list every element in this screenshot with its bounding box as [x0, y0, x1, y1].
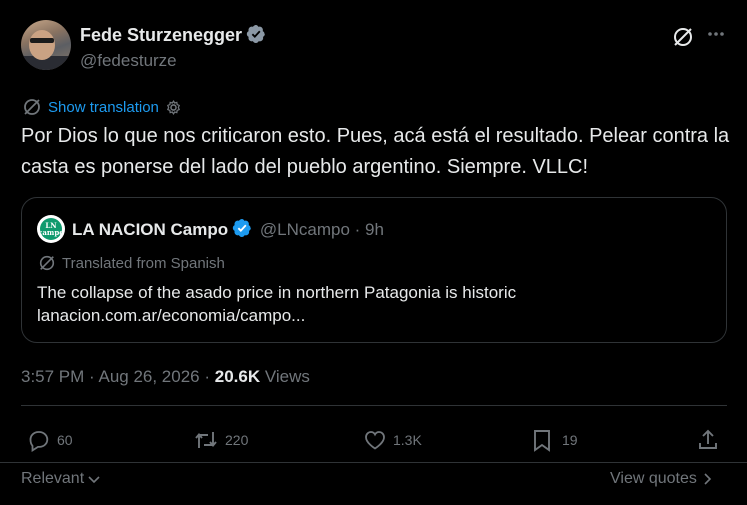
- quote-avatar[interactable]: LN campo: [37, 215, 65, 243]
- verified-badge-icon: [232, 218, 252, 238]
- quote-body: The collapse of the asado price in north…: [37, 281, 516, 327]
- view-quotes-link[interactable]: View quotes: [610, 470, 713, 488]
- chevron-down-icon: [87, 472, 101, 486]
- chevron-right-icon: [701, 472, 713, 486]
- author-name-row[interactable]: Fede Sturzenegger: [80, 24, 266, 46]
- more-icon[interactable]: [706, 24, 726, 44]
- author-avatar[interactable]: [21, 20, 71, 70]
- divider: [0, 462, 747, 463]
- quote-translated-label-row: Translated from Spanish: [38, 254, 225, 272]
- author-name[interactable]: Fede Sturzenegger: [80, 25, 242, 45]
- quote-author-name[interactable]: LA NACION Campo: [72, 220, 228, 239]
- like-button[interactable]: 1.3K: [363, 428, 422, 452]
- quote-link[interactable]: lanacion.com.ar/economia/campo...: [37, 304, 516, 327]
- bookmark-count: 19: [562, 432, 578, 448]
- tweet-meta: 3:57 PM · Aug 26, 2026 · 20.6K Views: [21, 367, 310, 387]
- sort-dropdown[interactable]: Relevant: [21, 470, 101, 488]
- sort-label: Relevant: [21, 470, 85, 487]
- tweet-datetime[interactable]: 3:57 PM · Aug 26, 2026 ·: [21, 367, 215, 386]
- quote-handle-time: @LNcampo · 9h: [259, 220, 384, 239]
- like-count: 1.3K: [393, 432, 422, 448]
- repost-button[interactable]: 220: [193, 428, 248, 452]
- quote-translated-label: Translated from Spanish: [62, 254, 225, 272]
- quote-header[interactable]: LA NACION Campo @LNcampo · 9h: [72, 218, 384, 240]
- like-icon: [363, 428, 387, 452]
- view-quotes-label: View quotes: [610, 470, 697, 487]
- repost-count: 220: [225, 432, 249, 448]
- grok-icon[interactable]: [672, 26, 694, 48]
- show-translation-link[interactable]: Show translation: [48, 99, 159, 116]
- divider: [21, 405, 727, 406]
- repost-icon: [193, 428, 219, 452]
- bookmark-icon: [531, 428, 553, 452]
- tweet-text: Por Dios lo que nos criticaron esto. Pue…: [21, 125, 730, 178]
- views-label: Views: [260, 367, 310, 386]
- views-count: 20.6K: [214, 367, 261, 386]
- share-button[interactable]: [697, 428, 719, 452]
- quote-logo-text: LN campo: [38, 218, 64, 240]
- verified-badge-icon: [246, 24, 266, 44]
- translate-icon: [22, 97, 42, 117]
- quote-text: The collapse of the asado price in north…: [37, 283, 517, 302]
- reply-button[interactable]: 60: [27, 428, 73, 452]
- translate-icon: [38, 254, 56, 272]
- reply-icon: [27, 428, 51, 452]
- settings-icon[interactable]: [165, 99, 182, 116]
- reply-count: 60: [57, 432, 73, 448]
- show-translation-row[interactable]: Show translation: [22, 97, 182, 117]
- author-handle[interactable]: @fedesturze: [80, 51, 177, 71]
- bookmark-button[interactable]: 19: [531, 428, 578, 452]
- share-icon: [697, 428, 719, 452]
